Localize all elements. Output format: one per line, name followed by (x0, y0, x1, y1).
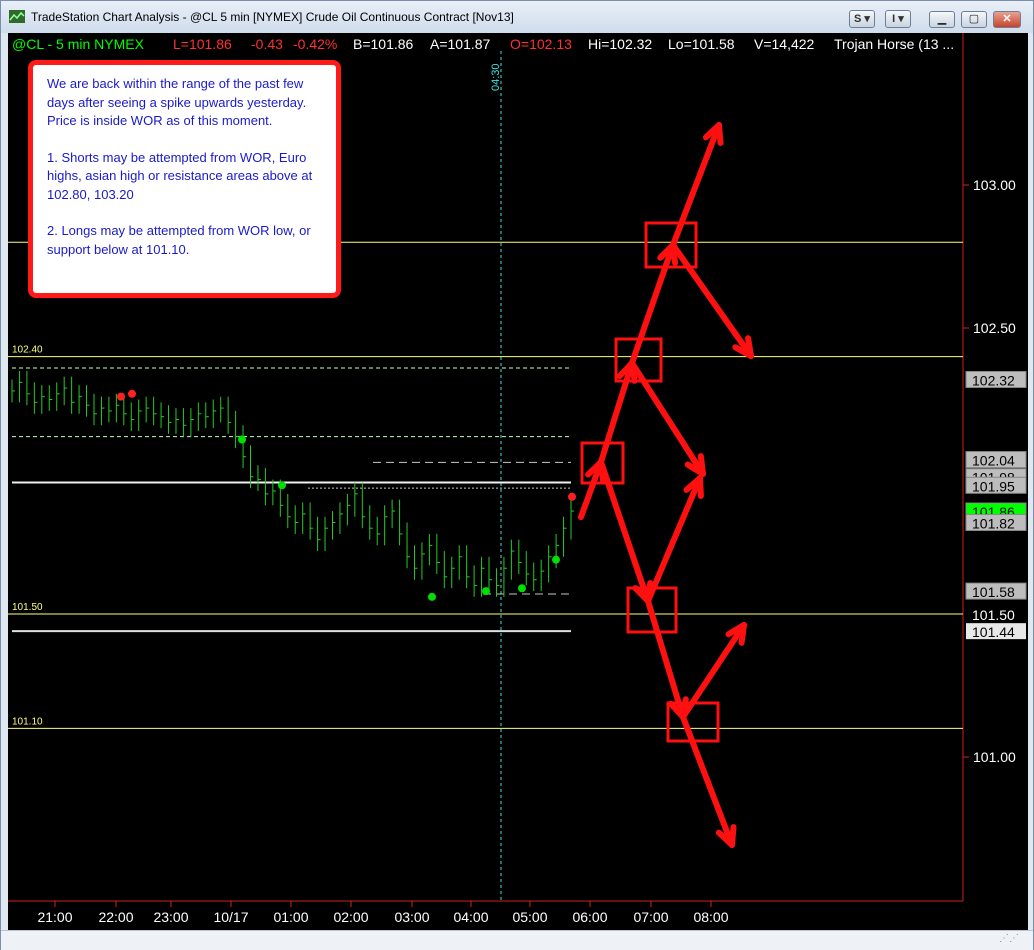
y-tick-label: 103.00 (973, 177, 1016, 193)
level-line-label: 102.40 (12, 345, 43, 356)
header-field: @CL - 5 min NYMEX (12, 36, 145, 52)
chart-area[interactable]: 102.40 101.50 101.10 04:30 @CL - 5 min NYMEX… (8, 33, 1028, 930)
price-label: 101.95 (972, 478, 1015, 494)
buy-signal-dot (428, 592, 436, 601)
header-field: O=102.13 (510, 36, 572, 52)
x-tick-label: 08:00 (693, 909, 728, 925)
x-tick-label: 10/17 (213, 909, 248, 925)
status-bar: ⋰⋰ (1, 930, 1033, 950)
window-title: TradeStation Chart Analysis - @CL 5 min … (31, 10, 514, 24)
forecast-arrow (629, 242, 676, 366)
x-tick-label: 03:00 (394, 909, 429, 925)
buy-signal-dot (278, 481, 286, 490)
price-label: 101.50 (972, 607, 1015, 623)
close-button[interactable]: ✕ (993, 11, 1021, 28)
header-field: Trojan Horse (13 ... (834, 36, 954, 52)
header-field: A=101.87 (430, 36, 491, 52)
y-tick-label: 101.00 (973, 749, 1016, 765)
x-tick-label: 23:00 (153, 909, 188, 925)
app-icon (9, 10, 25, 23)
time-marker-label: 04:30 (490, 63, 502, 91)
header-field: B=101.86 (353, 36, 414, 52)
sell-signal-dot (568, 492, 576, 501)
title-bar[interactable]: TradeStation Chart Analysis - @CL 5 min … (1, 1, 1033, 33)
price-label: 101.44 (972, 624, 1015, 640)
price-label: 102.04 (972, 453, 1015, 469)
symbol-link-button[interactable]: S ▾ (849, 10, 875, 28)
x-tick-label: 22:00 (98, 909, 133, 925)
header-field: -0.42% (293, 36, 337, 52)
y-tick-label: 102.50 (973, 320, 1016, 336)
x-tick-label: 21:00 (37, 909, 72, 925)
indicator-button[interactable]: I ▾ (885, 10, 911, 28)
buy-signal-dot (552, 555, 560, 564)
resize-grip-icon[interactable]: ⋰⋰ (999, 933, 1019, 949)
x-tick-label: 07:00 (633, 909, 668, 925)
annotation-paragraph-2: 1. Shorts may be attempted from WOR, Eur… (47, 149, 313, 202)
annotation-paragraph-3: 2. Longs may be attempted from WOR low, … (47, 223, 311, 257)
header-field: L=101.86 (173, 36, 232, 52)
header-field: V=14,422 (754, 36, 815, 52)
annotation-box: We are back within the range of the past… (28, 60, 341, 298)
header-field: Lo=101.58 (668, 36, 735, 52)
buy-signal-dot (518, 584, 526, 593)
price-label: 101.82 (972, 515, 1015, 531)
price-label: 102.32 (972, 372, 1015, 388)
forecast-arrow (645, 598, 686, 720)
header-field: Hi=102.32 (588, 36, 652, 52)
chart-window: TradeStation Chart Analysis - @CL 5 min … (0, 0, 1034, 950)
minimize-button[interactable]: ▁ (929, 11, 955, 28)
x-tick-label: 01:00 (273, 909, 308, 925)
maximize-button[interactable]: ▢ (961, 11, 987, 28)
x-tick-label: 06:00 (572, 909, 607, 925)
level-line-label: 101.50 (12, 602, 43, 613)
x-tick-label: 04:00 (453, 909, 488, 925)
buy-signal-dot (238, 435, 246, 444)
forecast-arrow (645, 475, 703, 604)
forecast-arrow (680, 714, 735, 848)
sell-signal-dot (117, 392, 125, 401)
x-tick-label: 05:00 (512, 909, 547, 925)
price-label: 101.58 (972, 584, 1015, 600)
header-field: -0.43 (251, 36, 283, 52)
buy-signal-dot (482, 587, 490, 596)
forecast-arrow (670, 242, 754, 359)
x-tick-label: 02:00 (333, 909, 368, 925)
sell-signal-dot (128, 389, 136, 398)
level-line-label: 101.10 (12, 716, 43, 727)
annotation-paragraph-1: We are back within the range of the past… (47, 76, 307, 128)
